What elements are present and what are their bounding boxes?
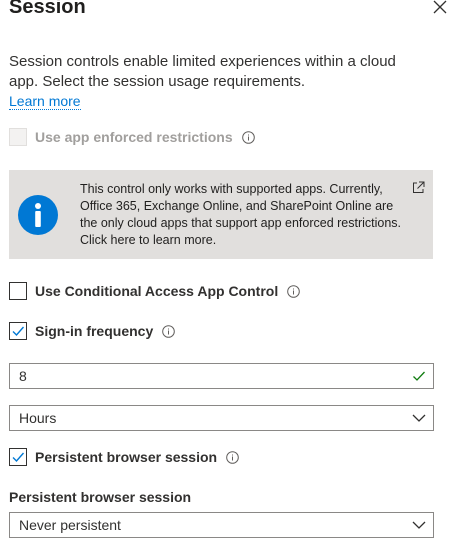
close-icon[interactable]: [433, 0, 447, 14]
external-link-icon[interactable]: [412, 181, 425, 194]
persistent-browser-section-label: Persistent browser session: [9, 489, 192, 505]
conditional-access-row: Use Conditional Access App Control: [9, 281, 301, 301]
info-icon[interactable]: [226, 450, 239, 464]
valid-check-icon: [413, 371, 425, 381]
chevron-down-icon: [412, 521, 426, 529]
signin-frequency-row: Sign-in frequency: [9, 321, 176, 341]
info-icon[interactable]: [162, 324, 176, 338]
conditional-access-checkbox[interactable]: [9, 282, 27, 300]
signin-frequency-checkbox[interactable]: [9, 322, 27, 340]
chevron-down-icon: [412, 414, 426, 422]
persistent-browser-value: Never persistent: [19, 517, 121, 533]
learn-more-link[interactable]: Learn more: [9, 93, 81, 110]
app-enforced-row: Use app enforced restrictions: [9, 127, 255, 147]
signin-frequency-input[interactable]: 8: [9, 363, 434, 389]
panel-description: Session controls enable limited experien…: [9, 53, 396, 90]
info-circle-icon: [18, 195, 58, 235]
checkmark-icon: [12, 452, 25, 463]
persistent-browser-label: Persistent browser session: [35, 449, 218, 465]
checkmark-icon: [12, 326, 25, 337]
frequency-unit-dropdown[interactable]: Hours: [9, 405, 434, 431]
signin-frequency-label: Sign-in frequency: [35, 323, 154, 339]
persistent-browser-dropdown[interactable]: Never persistent: [9, 512, 434, 538]
frequency-unit-value: Hours: [19, 410, 57, 426]
info-banner[interactable]: This control only works with supported a…: [9, 170, 433, 259]
info-icon[interactable]: [241, 130, 255, 144]
app-enforced-label: Use app enforced restrictions: [35, 129, 233, 145]
banner-message: This control only works with supported a…: [80, 182, 402, 247]
persistent-browser-checkbox[interactable]: [9, 448, 27, 466]
conditional-access-label: Use Conditional Access App Control: [35, 283, 279, 299]
app-enforced-checkbox[interactable]: [9, 128, 27, 146]
info-icon[interactable]: [287, 284, 301, 298]
persistent-browser-row: Persistent browser session: [9, 447, 239, 467]
signin-frequency-value: 8: [19, 368, 27, 384]
panel-title: Session: [9, 0, 86, 18]
